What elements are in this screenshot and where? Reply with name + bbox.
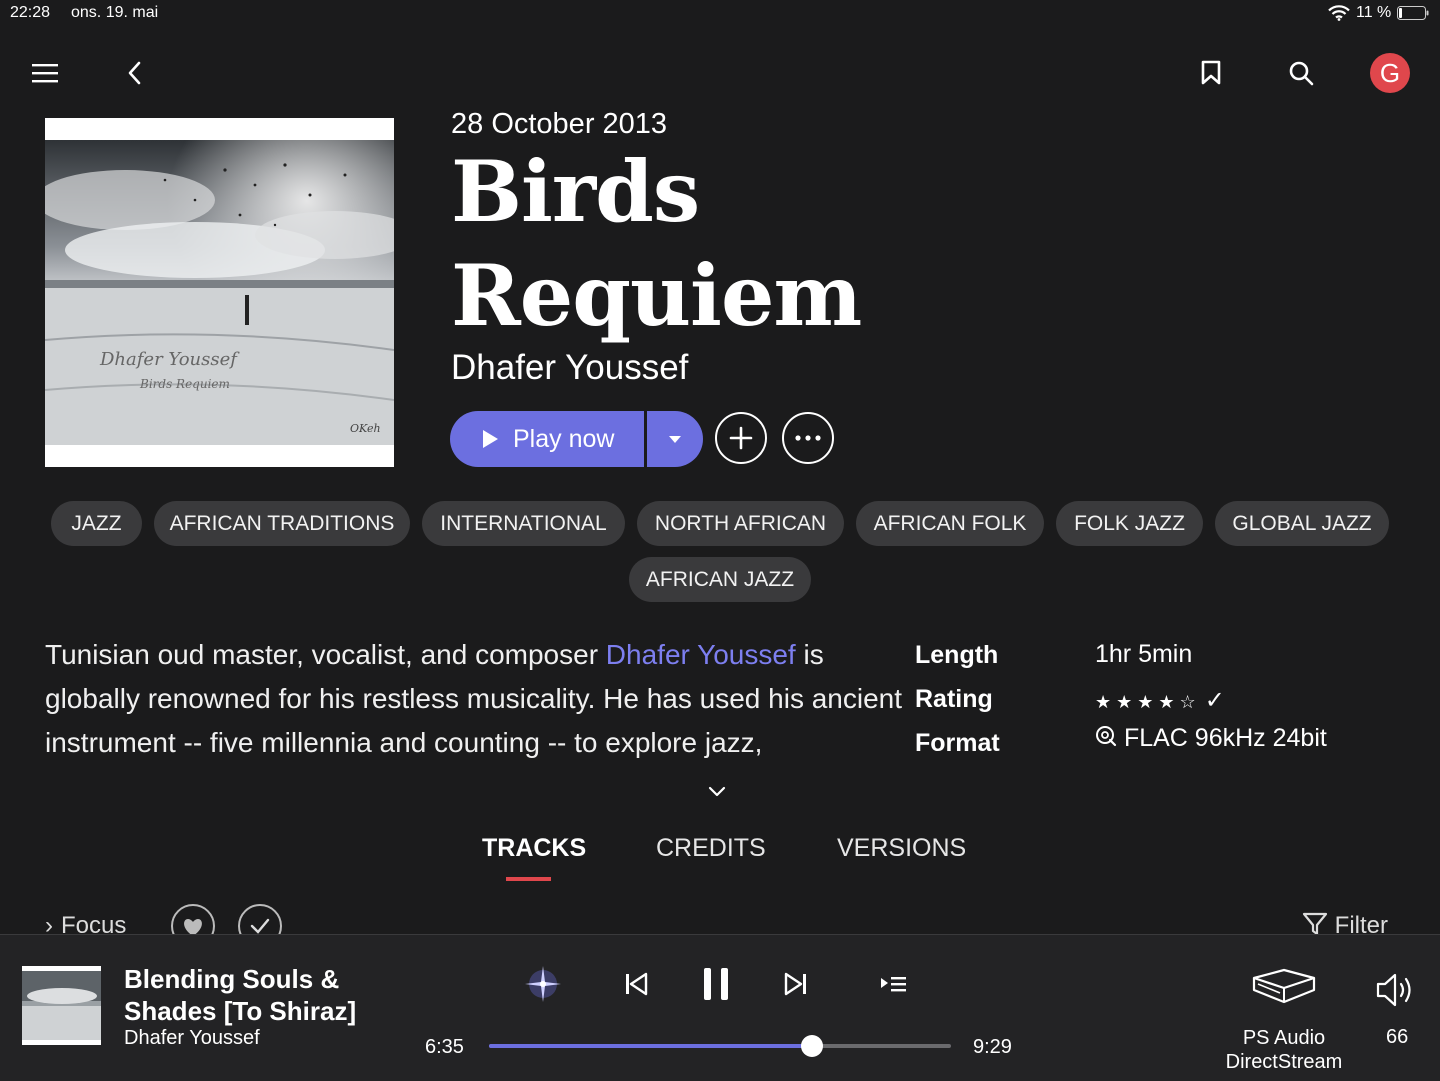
back-button[interactable] (113, 51, 157, 95)
genre-chip-international[interactable]: INTERNATIONAL (422, 501, 625, 546)
play-options-dropdown[interactable] (647, 411, 703, 467)
skip-back-icon (626, 972, 648, 996)
play-icon (483, 430, 498, 448)
genre-chip-north-african[interactable]: NORTH AFRICAN (637, 501, 844, 546)
ellipsis-icon (795, 435, 821, 441)
length-value: 1hr 5min (1095, 640, 1193, 668)
album-description: Tunisian oud master, vocalist, and compo… (45, 633, 905, 765)
cover-artist-text: Dhafer Youssef (99, 349, 240, 370)
radio-button[interactable] (520, 962, 566, 1006)
format-value-row: FLAC 96kHz 24bit (1095, 724, 1327, 753)
length-label: Length (915, 641, 999, 669)
rating-label: Rating (915, 685, 993, 713)
bookmark-button[interactable] (1189, 51, 1233, 95)
cover-label-text: OKeh (350, 422, 381, 435)
check-icon: ✓ (1204, 687, 1225, 714)
rating-stars[interactable]: ★ ★ ★ ★ ☆ ✓ (1095, 686, 1225, 715)
previous-track-button[interactable] (620, 962, 652, 1006)
battery-icon (1397, 6, 1429, 20)
progress-fill (489, 1044, 813, 1048)
speaker-icon (1376, 973, 1411, 1007)
genre-chip-african-folk[interactable]: AFRICAN FOLK (856, 501, 1044, 546)
genre-chip-jazz[interactable]: JAZZ (51, 501, 142, 546)
skip-forward-icon (784, 972, 806, 996)
wifi-icon (1328, 5, 1350, 21)
album-title-line2: Requiem (451, 246, 862, 345)
menu-button[interactable] (23, 51, 67, 95)
sparkle-icon (525, 966, 561, 1002)
tab-credits[interactable]: CREDITS (656, 834, 766, 863)
release-date: 28 October 2013 (451, 108, 668, 140)
progress-bar[interactable] (489, 1044, 951, 1048)
user-avatar[interactable]: G (1370, 53, 1410, 93)
now-playing-cover-art (22, 971, 101, 1040)
album-cover-art: Dhafer Youssef Birds Requiem OKeh (45, 140, 394, 445)
elapsed-time: 6:35 (425, 1036, 464, 1058)
bookmark-icon (1201, 60, 1221, 85)
genre-chip-african-traditions[interactable]: AFRICAN TRADITIONS (154, 501, 410, 546)
tab-tracks[interactable]: TRACKS (482, 834, 586, 863)
album-cover[interactable]: Dhafer Youssef Birds Requiem OKeh (45, 118, 394, 467)
search-button[interactable] (1279, 51, 1323, 95)
funnel-icon (1302, 912, 1328, 936)
output-device-button[interactable] (1250, 966, 1318, 1013)
description-text-start: Tunisian oud master, vocalist, and compo… (45, 639, 606, 670)
genre-chip-global-jazz[interactable]: GLOBAL JAZZ (1215, 501, 1389, 546)
total-time: 9:29 (973, 1036, 1012, 1058)
active-tab-indicator (506, 877, 551, 881)
expand-description-chevron-icon[interactable] (706, 783, 728, 799)
status-time: 22:28 (10, 4, 51, 21)
plus-icon (729, 426, 753, 450)
play-now-label: Play now (513, 424, 615, 453)
album-title-line1: Birds (451, 142, 700, 241)
volume-level: 66 (1386, 1026, 1409, 1048)
output-device-label[interactable]: PS Audio DirectStream (1218, 1026, 1350, 1074)
genre-chip-african-jazz[interactable]: AFRICAN JAZZ (629, 557, 811, 602)
add-to-library-button[interactable] (715, 412, 767, 464)
caret-down-icon (669, 435, 681, 443)
star-rating[interactable]: ★ ★ ★ ★ ☆ (1095, 692, 1196, 712)
genre-chip-folk-jazz[interactable]: FOLK JAZZ (1056, 501, 1203, 546)
audio-device-icon (1252, 968, 1316, 1004)
more-options-button[interactable] (782, 412, 834, 464)
battery-percent: 11 % (1356, 4, 1392, 21)
description-artist-link[interactable]: Dhafer Youssef (606, 639, 796, 670)
cover-title-text: Birds Requiem (139, 377, 230, 391)
pause-button[interactable] (700, 962, 732, 1006)
pause-icon (704, 968, 728, 1000)
now-playing-cover[interactable] (22, 966, 101, 1045)
artist-name[interactable]: Dhafer Youssef (451, 348, 688, 388)
album-title: Birds Requiem (451, 140, 862, 348)
play-now-button[interactable]: Play now (450, 411, 644, 467)
search-icon (1289, 61, 1314, 86)
next-track-button[interactable] (780, 962, 812, 1006)
format-value: FLAC 96kHz 24bit (1123, 724, 1327, 752)
hamburger-icon (32, 64, 58, 83)
queue-button[interactable] (876, 962, 910, 1006)
device-name-line1: PS Audio (1242, 1027, 1326, 1049)
tab-versions[interactable]: VERSIONS (837, 834, 966, 863)
status-date: ons. 19. mai (71, 4, 159, 21)
hi-res-badge-icon (1096, 726, 1117, 747)
format-label: Format (915, 729, 1000, 757)
queue-icon (881, 977, 906, 992)
now-playing-artist[interactable]: Dhafer Youssef (124, 1027, 260, 1050)
volume-button[interactable] (1374, 970, 1420, 1015)
device-name-line2: DirectStream (1225, 1051, 1343, 1073)
chevron-left-icon (128, 61, 141, 85)
now-playing-title[interactable]: Blending Souls & Shades [To Shiraz] (124, 963, 384, 1027)
